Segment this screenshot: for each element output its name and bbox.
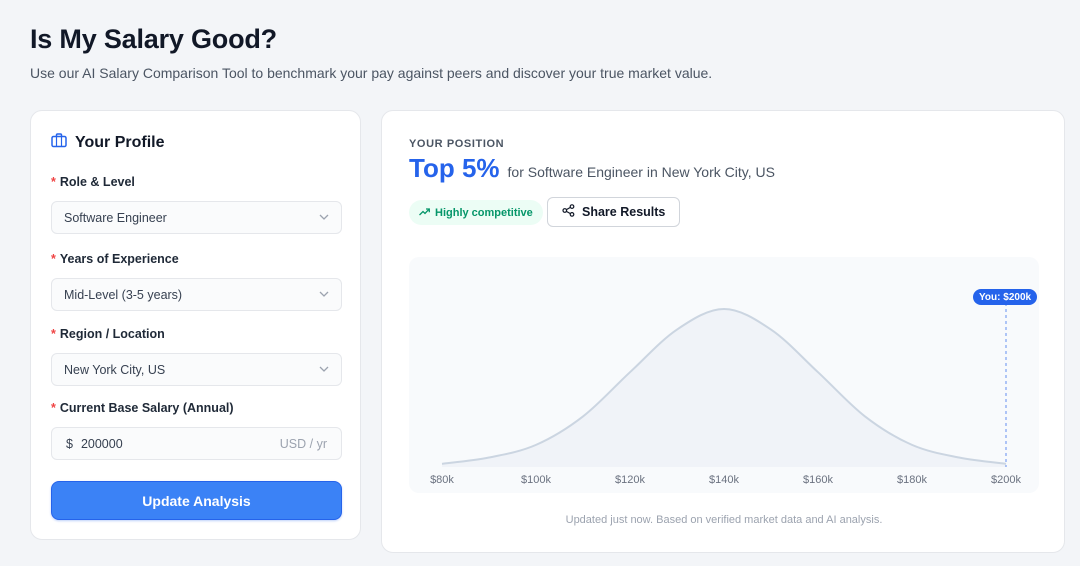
x-tick-label: $160k xyxy=(803,474,833,486)
region-label-text: Region / Location xyxy=(59,327,165,341)
x-tick-label: $140k xyxy=(709,474,739,486)
x-tick-label: $80k xyxy=(430,474,454,486)
chevron-down-icon xyxy=(319,212,329,223)
role-label-text: Role & Level xyxy=(59,175,135,189)
required-marker: * xyxy=(51,252,56,266)
salary-input[interactable]: $ 200000 USD / yr xyxy=(51,427,342,460)
required-marker: * xyxy=(51,175,56,189)
experience-label-text: Years of Experience xyxy=(59,252,179,266)
profile-card: Your Profile * Role & Level Software Engi… xyxy=(30,110,361,540)
required-marker: * xyxy=(51,327,56,341)
competitive-badge-text: Highly competitive xyxy=(435,206,533,219)
salary-unit: USD / yr xyxy=(279,436,327,451)
competitive-badge: Highly competitive xyxy=(409,200,543,225)
salary-label-text: Current Base Salary (Annual) xyxy=(59,401,234,415)
rank-value: Top 5% xyxy=(409,153,500,183)
region-select[interactable]: New York City, US xyxy=(51,353,342,386)
role-select[interactable]: Software Engineer xyxy=(51,201,342,234)
role-label: * Role & Level xyxy=(51,175,135,189)
rank-description: for Software Engineer in New York City, … xyxy=(507,164,775,180)
role-select-value: Software Engineer xyxy=(64,210,167,225)
briefcase-icon xyxy=(51,133,67,153)
profile-header: Your Profile xyxy=(51,133,165,153)
currency-symbol: $ xyxy=(66,436,73,451)
salary-value: 200000 xyxy=(80,436,123,451)
page-title: Is My Salary Good? xyxy=(30,24,277,54)
share-results-label: Share Results xyxy=(582,205,666,219)
x-tick-label: $100k xyxy=(521,474,551,486)
page-subtitle: Use our AI Salary Comparison Tool to ben… xyxy=(30,65,713,81)
rank-row: Top 5% for Software Engineer in New York… xyxy=(409,153,775,184)
distribution-area xyxy=(442,309,1006,467)
experience-select-value: Mid-Level (3-5 years) xyxy=(64,287,183,302)
region-select-value: New York City, US xyxy=(64,362,166,377)
salary-label: * Current Base Salary (Annual) xyxy=(51,401,234,415)
your-position-label: YOUR POSITION xyxy=(409,138,505,150)
chevron-down-icon xyxy=(319,364,329,375)
distribution-svg: $80k $100k $120k $140k $160k $180k $200k xyxy=(430,303,1021,486)
x-tick-label: $180k xyxy=(897,474,927,486)
result-card: YOUR POSITION Top 5% for Software Engine… xyxy=(381,110,1065,553)
region-label: * Region / Location xyxy=(51,327,165,341)
salary-distribution-chart: $80k $100k $120k $140k $160k $180k $200k You: … xyxy=(409,257,1039,493)
chevron-down-icon xyxy=(319,289,329,300)
experience-label: * Years of Experience xyxy=(51,252,179,266)
profile-heading: Your Profile xyxy=(75,134,165,151)
share-icon xyxy=(562,204,575,220)
update-analysis-button[interactable]: Update Analysis xyxy=(51,481,342,520)
x-tick-label: $200k xyxy=(991,474,1021,486)
trend-up-icon xyxy=(419,207,430,219)
experience-select[interactable]: Mid-Level (3-5 years) xyxy=(51,278,342,311)
you-marker-label: You: $200k xyxy=(973,289,1038,305)
footnote: Updated just now. Based on verified mark… xyxy=(565,514,883,526)
share-results-button[interactable]: Share Results xyxy=(547,197,681,227)
required-marker: * xyxy=(51,401,56,415)
x-tick-label: $120k xyxy=(615,474,645,486)
